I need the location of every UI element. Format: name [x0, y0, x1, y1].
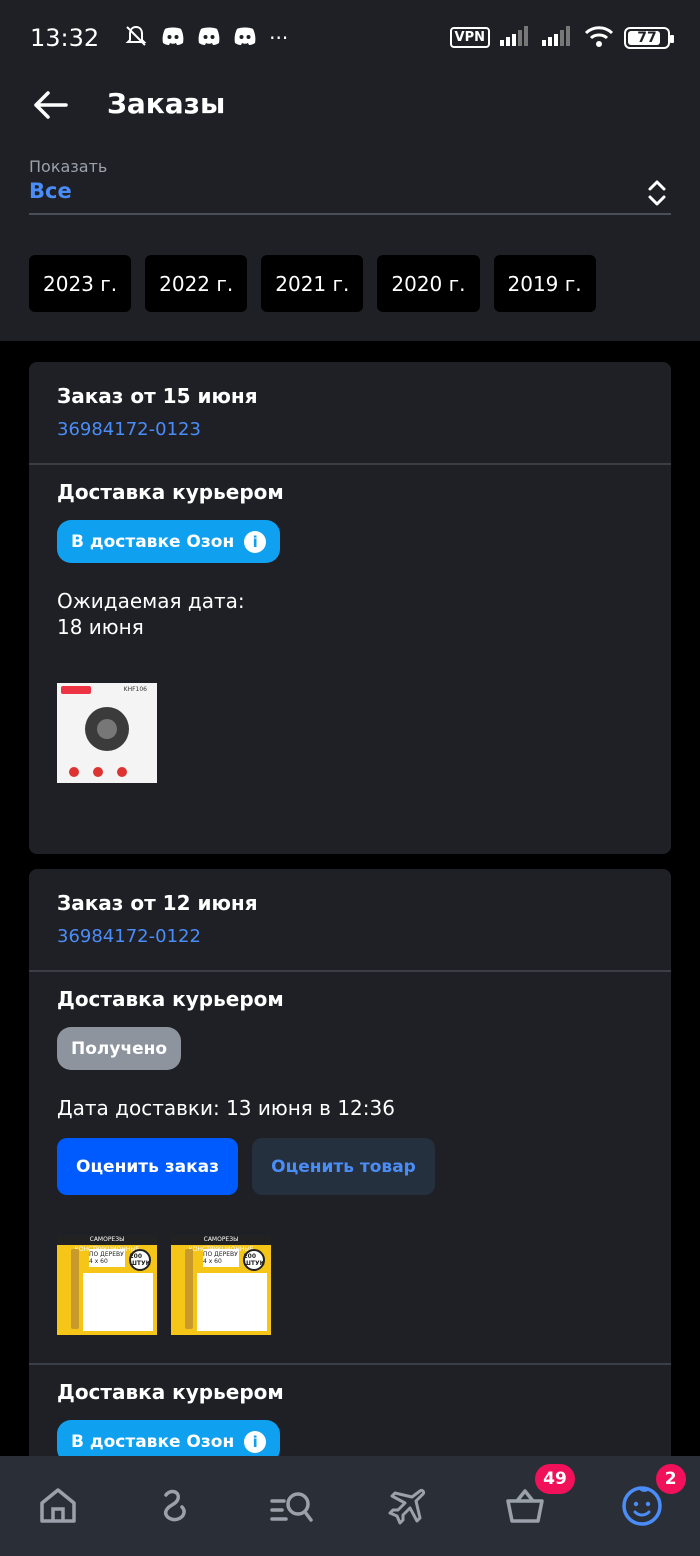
status-time: 13:32 — [30, 23, 100, 52]
vpn-icon: VPN — [449, 27, 490, 48]
fresh-icon — [163, 1489, 186, 1522]
signal-icon — [500, 25, 532, 50]
nav-profile[interactable]: 2 — [612, 1464, 686, 1536]
delivery-type: Доставка курьером — [57, 1380, 284, 1404]
order-title: Заказ от 12 июня — [57, 891, 258, 915]
quantity-badge: 200 ШТУК — [129, 1249, 151, 1271]
status-badge[interactable]: В доставке Озон i — [57, 520, 281, 563]
divider — [29, 1363, 671, 1365]
bottom-nav: 49 2 — [0, 1456, 700, 1556]
brand-logo — [61, 686, 91, 694]
wifi-icon — [584, 25, 614, 51]
product-code: KHF106 — [123, 686, 147, 693]
feature-icons — [69, 767, 127, 777]
year-filter: 2023 г. 2022 г. 2021 г. 2020 г. 2019 г. — [29, 255, 596, 312]
delivery-type: Доставка курьером — [57, 987, 284, 1011]
product-size: ПО ДЕРЕВУ 4 х 60 — [89, 1249, 125, 1267]
product-caption: САМОРЕЗЫ КОНСТРУКЦИОННЫЕ — [171, 1235, 271, 1253]
expected-date: 18 июня — [57, 615, 144, 639]
arrow-left-icon — [34, 91, 68, 119]
screw-image — [71, 1249, 79, 1329]
divider — [29, 970, 671, 972]
year-chip-2019[interactable]: 2019 г. — [493, 255, 596, 312]
motor-image — [85, 707, 129, 751]
rate-product-button[interactable]: Оценить товар — [252, 1138, 435, 1195]
product-info-panel — [197, 1273, 267, 1331]
expected-date-label: Ожидаемая дата: — [57, 589, 245, 613]
nav-catalog[interactable] — [262, 1476, 322, 1536]
year-chip-2021[interactable]: 2021 г. — [261, 255, 364, 312]
order-card[interactable]: Заказ от 15 июня 36984172-0123 Доставка … — [29, 362, 671, 854]
order-title: Заказ от 15 июня — [57, 384, 258, 408]
battery-icon: 77 — [624, 26, 674, 49]
delivery-type: Доставка курьером — [57, 480, 284, 504]
nav-travel[interactable] — [378, 1476, 438, 1536]
product-thumbnail[interactable]: САМОРЕЗЫ КОНСТРУКЦИОННЫЕ ПО ДЕРЕВУ 4 х 6… — [57, 1235, 157, 1335]
product-info-panel — [83, 1273, 153, 1331]
battery-level: 77 — [637, 29, 657, 46]
order-card[interactable]: Заказ от 12 июня 36984172-0122 Доставка … — [29, 869, 671, 1469]
back-button[interactable] — [28, 83, 72, 127]
airplane-icon — [388, 1488, 426, 1525]
filter-underline — [29, 213, 671, 215]
status-right: VPN 77 — [449, 25, 674, 51]
product-size: ПО ДЕРЕВУ 4 х 60 — [203, 1249, 239, 1267]
info-icon[interactable]: i — [244, 1430, 267, 1453]
product-thumbnail[interactable]: KHF106 — [57, 683, 157, 783]
discord-icon — [233, 26, 257, 50]
order-number-link[interactable]: 36984172-0123 — [57, 419, 201, 440]
nav-home[interactable] — [28, 1476, 88, 1536]
year-chip-2023[interactable]: 2023 г. — [29, 255, 132, 312]
status-badge-label: В доставке Озон — [71, 531, 235, 552]
year-chip-2022[interactable]: 2022 г. — [145, 255, 248, 312]
filter-select[interactable]: Все — [29, 179, 72, 203]
divider — [29, 463, 671, 465]
rate-order-button[interactable]: Оценить заказ — [57, 1138, 238, 1195]
discord-icon — [161, 26, 185, 50]
status-badge-label: В доставке Озон — [71, 1431, 235, 1452]
nav-cart[interactable]: 49 — [495, 1464, 575, 1536]
signal-icon — [542, 25, 574, 50]
order-number-link[interactable]: 36984172-0122 — [57, 926, 201, 947]
catalog-search-icon — [269, 1492, 313, 1522]
sort-arrows-icon[interactable] — [646, 179, 668, 207]
header-area: Заказы Показать Все 2023 г. 2022 г. 2021… — [0, 75, 700, 341]
profile-count-badge: 2 — [655, 1464, 686, 1494]
home-icon — [40, 1488, 77, 1523]
year-chip-2020[interactable]: 2020 г. — [377, 255, 480, 312]
product-caption: САМОРЕЗЫ КОНСТРУКЦИОННЫЕ — [57, 1235, 157, 1253]
delivery-date: Дата доставки: 13 июня в 12:36 — [57, 1096, 395, 1120]
page-title: Заказы — [107, 87, 226, 120]
status-bar: 13:32 ··· VPN 77 — [0, 0, 700, 75]
status-badge-label: Получено — [71, 1038, 168, 1059]
discord-icon — [197, 26, 221, 50]
nav-fresh[interactable] — [145, 1476, 205, 1536]
status-left: 13:32 ··· — [30, 23, 288, 53]
cart-count-badge: 49 — [534, 1464, 575, 1494]
quantity-badge: 200 ШТУК — [243, 1249, 265, 1271]
screw-image — [185, 1249, 193, 1329]
product-thumbnail[interactable]: САМОРЕЗЫ КОНСТРУКЦИОННЫЕ ПО ДЕРЕВУ 4 х 6… — [171, 1235, 271, 1335]
cart-icon — [506, 1489, 544, 1523]
more-notifications: ··· — [269, 25, 289, 50]
info-icon[interactable]: i — [244, 530, 267, 553]
silent-icon — [123, 23, 149, 53]
profile-face-icon — [621, 1486, 662, 1526]
status-badge: Получено — [57, 1027, 182, 1070]
filter-label: Показать — [29, 157, 108, 176]
